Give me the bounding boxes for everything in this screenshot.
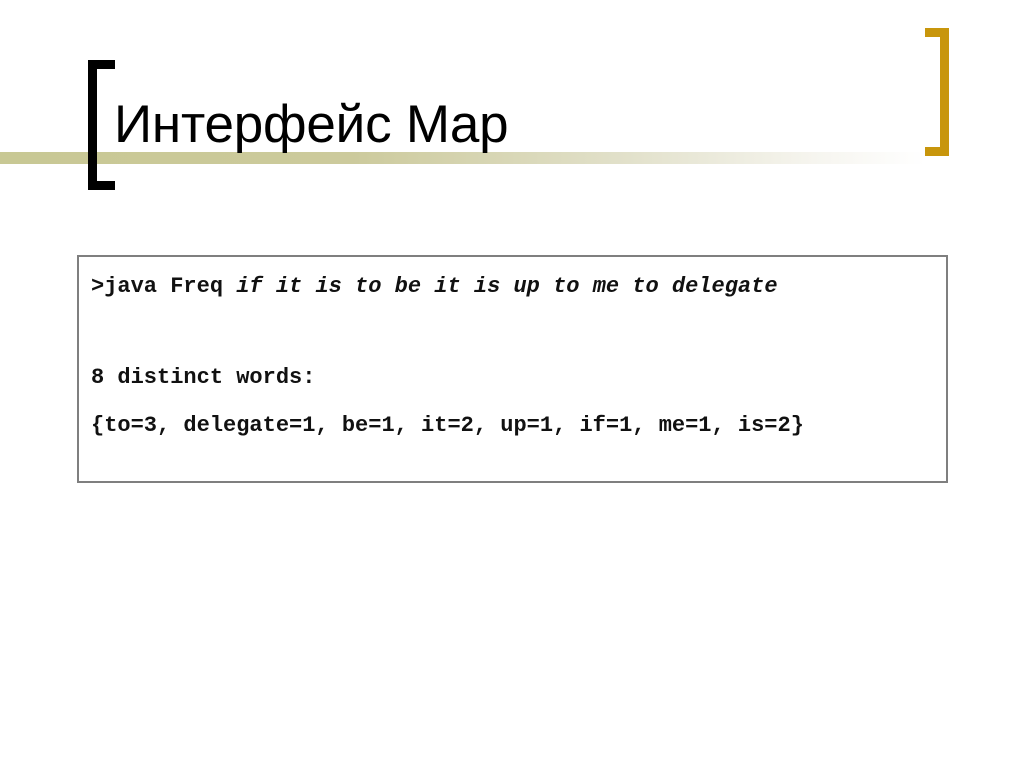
slide-canvas: Интерфейс Map >java Freq if it is to be …	[0, 0, 1024, 768]
right-bracket-decoration	[925, 28, 949, 156]
console-command-text: >java Freq	[91, 274, 237, 299]
console-output-box: >java Freq if it is to be it is up to me…	[77, 255, 948, 483]
console-map-output-line: {to=3, delegate=1, be=1, it=2, up=1, if=…	[91, 413, 804, 438]
page-title: Интерфейс Map	[114, 95, 509, 154]
console-distinct-count-line: 8 distinct words:	[91, 365, 316, 390]
console-command-arguments: if it is to be it is up to me to delegat…	[236, 274, 778, 299]
console-output-content: >java Freq if it is to be it is up to me…	[91, 263, 940, 450]
console-command-line: >java Freq if it is to be it is up to me…	[91, 263, 940, 311]
left-bracket-decoration	[88, 60, 115, 190]
